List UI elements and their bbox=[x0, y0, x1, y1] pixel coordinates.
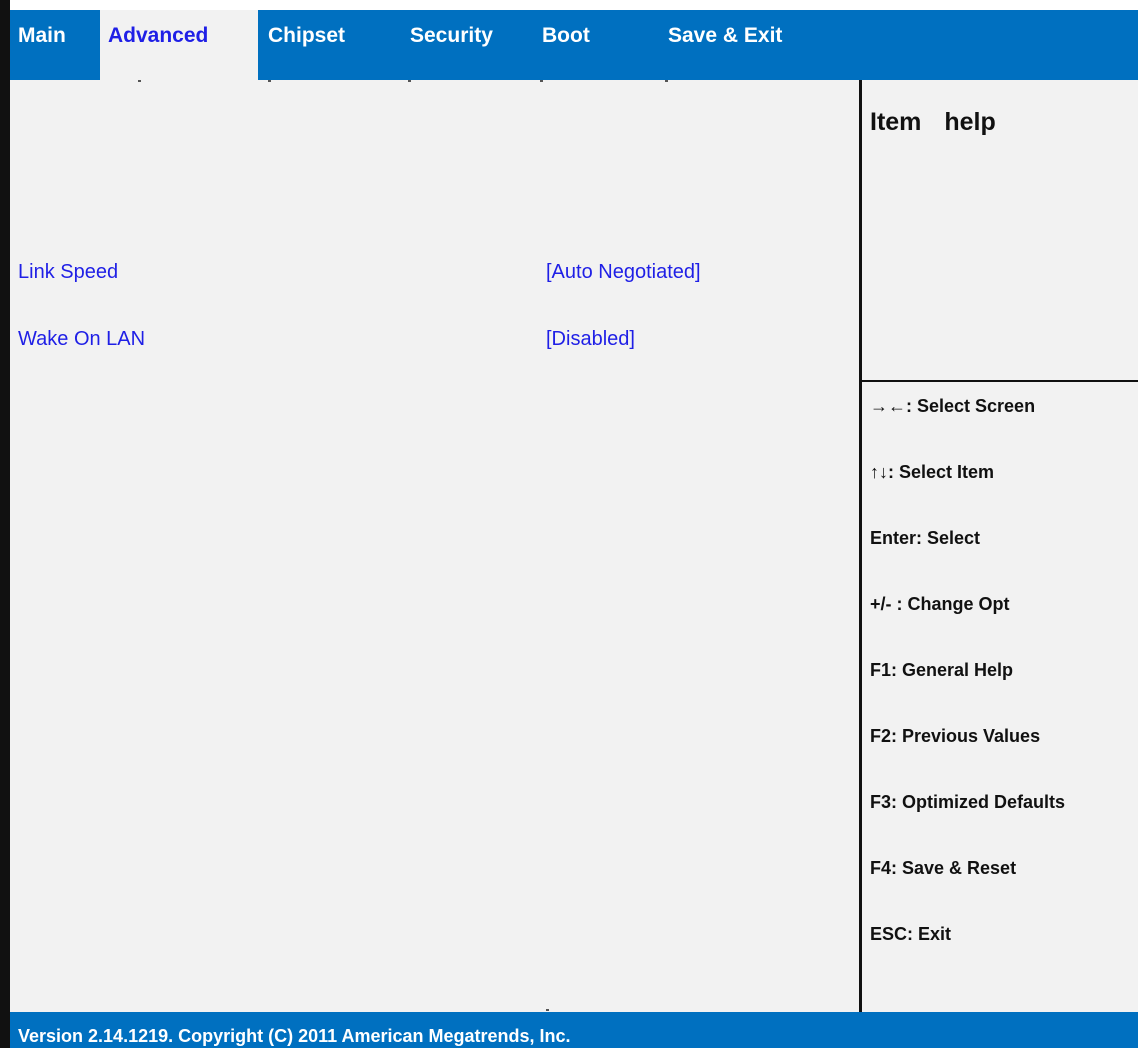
divider-tick bbox=[540, 80, 543, 82]
setting-label-link-speed[interactable]: Link Speed bbox=[18, 261, 118, 284]
key-hint-change-opt: +/- : Change Opt bbox=[870, 594, 1010, 614]
key-hint-f3: F3: Optimized Defaults bbox=[870, 792, 1066, 812]
key-legend: →←: Select Screen ↑↓: Select Item Enter:… bbox=[870, 392, 1138, 986]
key-hint-f4: F4: Save & Reset bbox=[870, 858, 1017, 878]
settings-panel: Link Speed [Auto Negotiated] Wake On LAN… bbox=[10, 80, 858, 1012]
key-hint-f2: F2: Previous Values bbox=[870, 726, 1041, 746]
key-hint-select-item: ↑↓: Select Item bbox=[870, 462, 995, 482]
help-panel: Item help →←: Select Screen ↑↓: Select I… bbox=[862, 80, 1138, 1012]
key-hint-f1: F1: General Help bbox=[870, 660, 1014, 680]
bios-window: Main Advanced Chipset Security Boot Save… bbox=[0, 0, 1138, 1048]
divider-tick bbox=[546, 1009, 549, 1011]
key-hint-enter: Enter: Select bbox=[870, 528, 981, 548]
menu-bar: Main Advanced Chipset Security Boot Save… bbox=[10, 10, 1138, 80]
tab-main[interactable]: Main bbox=[10, 10, 100, 80]
divider-tick bbox=[138, 80, 141, 82]
tab-save-exit[interactable]: Save & Exit bbox=[660, 10, 840, 80]
tab-chipset[interactable]: Chipset bbox=[260, 10, 410, 80]
help-divider bbox=[862, 380, 1138, 382]
divider-tick bbox=[268, 80, 271, 82]
key-hint-select-screen: →←: Select Screen bbox=[870, 396, 1036, 416]
setting-value-wake-on-lan[interactable]: [Disabled] bbox=[546, 328, 635, 351]
tab-boot[interactable]: Boot bbox=[534, 10, 659, 80]
copyright-text: Version 2.14.1219. Copyright (C) 2011 Am… bbox=[18, 1026, 571, 1046]
tab-advanced[interactable]: Advanced bbox=[100, 10, 258, 80]
setting-value-link-speed[interactable]: [Auto Negotiated] bbox=[546, 261, 701, 284]
tab-security[interactable]: Security bbox=[402, 10, 537, 80]
top-border bbox=[10, 0, 1138, 10]
divider-tick bbox=[408, 80, 411, 82]
footer-bar: Version 2.14.1219. Copyright (C) 2011 Am… bbox=[10, 1012, 1138, 1048]
setting-label-wake-on-lan[interactable]: Wake On LAN bbox=[18, 328, 145, 351]
key-hint-esc: ESC: Exit bbox=[870, 924, 952, 944]
help-title: Item help bbox=[870, 108, 996, 136]
divider-tick bbox=[665, 80, 668, 82]
